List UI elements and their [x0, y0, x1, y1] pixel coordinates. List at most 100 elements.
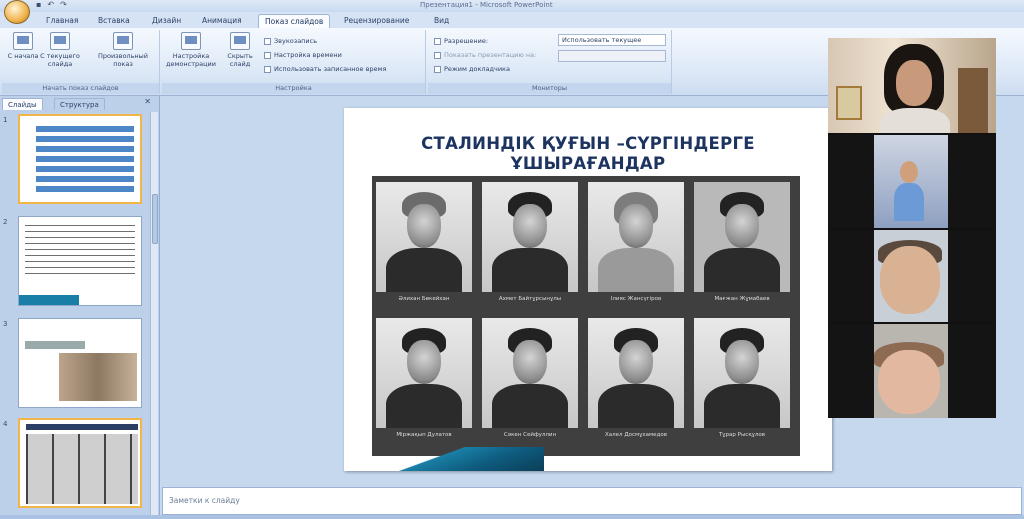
portrait-2 [482, 182, 578, 292]
resolution-select[interactable]: Использовать текущее [558, 34, 666, 46]
slide-thumbnails: 1 2 3 4 [0, 112, 148, 517]
portrait-1 [376, 182, 472, 292]
video-tile-4[interactable] [828, 324, 996, 418]
portrait-caption: Тұрар Рысқұлов [718, 432, 766, 438]
monitor-icon [434, 51, 441, 59]
status-bar [0, 515, 1024, 519]
show-on-label: Показать презентацию на: [444, 51, 537, 59]
hide-slide-button[interactable]: Скрыть слайд [220, 32, 260, 68]
wall-picture [836, 86, 862, 120]
notes-pane[interactable]: Заметки к слайду [162, 487, 1022, 515]
thumb-content [26, 424, 138, 430]
office-button[interactable] [4, 0, 30, 24]
quick-access-toolbar: ▪ ↶ ↷ [36, 0, 67, 10]
portrait-8 [694, 318, 790, 428]
hide-slide-icon [230, 32, 250, 50]
ribbon-group-start-show: С начала С текущего слайда Произвольный … [2, 30, 160, 94]
portrait-5 [376, 318, 472, 428]
notes-placeholder: Заметки к слайду [169, 496, 240, 505]
presenter-view-checkbox[interactable]: Режим докладчика [434, 64, 510, 74]
window-title: Презентация1 - Microsoft PowerPoint [420, 1, 553, 9]
record-narration-label: Звукозапись [274, 37, 318, 45]
from-beginning-button[interactable]: С начала [6, 32, 40, 60]
slide-thumb-4[interactable] [18, 418, 142, 508]
portrait-caption: Мағжан Жұмабаев [714, 296, 770, 302]
thumb-content [25, 223, 135, 279]
participant-avatar [894, 161, 924, 221]
slide-number: 3 [3, 320, 8, 328]
current-slide[interactable]: СТАЛИНДІК ҚУҒЫН –СҮРГІНДЕРГЕ ҰШЫРАҒАНДАР… [344, 108, 832, 471]
show-on-select[interactable] [558, 50, 666, 62]
slideshow-icon [13, 32, 33, 50]
portrait-3 [588, 182, 684, 292]
microphone-icon [264, 37, 271, 45]
tab-insert[interactable]: Вставка [92, 14, 136, 28]
slide-thumb-2[interactable] [18, 216, 142, 306]
tab-slide-show[interactable]: Показ слайдов [258, 14, 331, 28]
decorative-swoosh [344, 447, 544, 471]
custom-show-icon [113, 32, 133, 50]
setup-show-button[interactable]: Настройка демонстрации [166, 32, 216, 68]
portrait-7 [588, 318, 684, 428]
video-tile-3[interactable] [828, 230, 996, 322]
rehearse-timings-option[interactable]: Настройка времени [264, 50, 342, 60]
group-setup-label: Настройка [162, 83, 425, 94]
custom-show-button[interactable]: Произвольный показ [90, 32, 156, 68]
from-beginning-label: С начала [7, 52, 39, 60]
rehearse-timings-label: Настройка времени [274, 51, 342, 59]
clock-icon [264, 51, 271, 59]
portrait-caption: Міржақып Дулатов [396, 432, 452, 438]
scrollbar-knob[interactable] [152, 194, 158, 244]
ribbon-group-setup: Настройка демонстрации Скрыть слайд Звук… [162, 30, 426, 94]
checkbox-icon [434, 65, 441, 73]
tab-design[interactable]: Дизайн [146, 14, 187, 28]
ribbon-tabs: Главная Вставка Дизайн Анимация Показ сл… [0, 12, 1024, 28]
door [958, 68, 988, 133]
thumb-content [36, 122, 134, 192]
participant-avatar [880, 246, 940, 314]
setup-show-label: Настройка демонстрации [166, 52, 216, 68]
portrait-caption: Ахмет Байтұрсынұлы [498, 296, 562, 302]
thumb-content [59, 353, 137, 401]
portrait-caption: Әлихан Бөкейхан [398, 296, 450, 302]
tab-animation[interactable]: Анимация [196, 14, 248, 28]
slide-thumb-1[interactable] [18, 114, 142, 204]
participant-avatar [878, 350, 940, 414]
from-current-button[interactable]: С текущего слайда [40, 32, 80, 68]
undo-icon[interactable]: ↶ [47, 0, 54, 10]
redo-icon[interactable]: ↷ [60, 0, 67, 10]
title-bar: ▪ ↶ ↷ Презентация1 - Microsoft PowerPoin… [0, 0, 1024, 12]
thumb-swoosh [19, 295, 79, 305]
close-icon[interactable]: ✕ [144, 97, 151, 106]
slide-panel: Слайды Структура ✕ 1 2 3 4 [0, 96, 160, 519]
panel-scrollbar[interactable] [150, 112, 158, 517]
record-narration-option[interactable]: Звукозапись [264, 36, 317, 46]
tab-slides[interactable]: Слайды [2, 98, 43, 110]
portrait-caption: Халел Досмұхамедов [605, 432, 667, 438]
slide-number: 2 [3, 218, 8, 226]
group-monitors-label: Мониторы [428, 83, 671, 94]
use-timings-checkbox[interactable]: Использовать записанное время [264, 64, 386, 74]
portrait-4 [694, 182, 790, 292]
tab-outline[interactable]: Структура [54, 98, 105, 110]
checkbox-icon [264, 65, 271, 73]
slide-number: 4 [3, 420, 8, 428]
setup-icon [181, 32, 201, 50]
video-tile-1[interactable] [828, 38, 996, 133]
resolution-label: Разрешение: [444, 37, 489, 45]
video-tile-2[interactable] [828, 135, 996, 228]
slide-number: 1 [3, 116, 8, 124]
resolution-option: Разрешение: [434, 36, 488, 46]
ribbon-group-monitors: Разрешение: Использовать текущее Показат… [428, 30, 672, 94]
thumb-content [25, 341, 85, 349]
portrait-caption: Ілияс Жансүгіров [610, 296, 662, 302]
slide-thumb-3[interactable] [18, 318, 142, 408]
slide-title: СТАЛИНДІК ҚУҒЫН –СҮРГІНДЕРГЕ ҰШЫРАҒАНДАР [421, 134, 755, 173]
slideshow-current-icon [50, 32, 70, 50]
tab-review[interactable]: Рецензирование [338, 14, 415, 28]
portrait-caption: Сәкен Сейфуллин [503, 432, 557, 438]
tab-home[interactable]: Главная [40, 14, 84, 28]
tab-view[interactable]: Вид [428, 14, 455, 28]
hide-slide-label: Скрыть слайд [227, 52, 253, 68]
save-icon[interactable]: ▪ [36, 0, 41, 10]
